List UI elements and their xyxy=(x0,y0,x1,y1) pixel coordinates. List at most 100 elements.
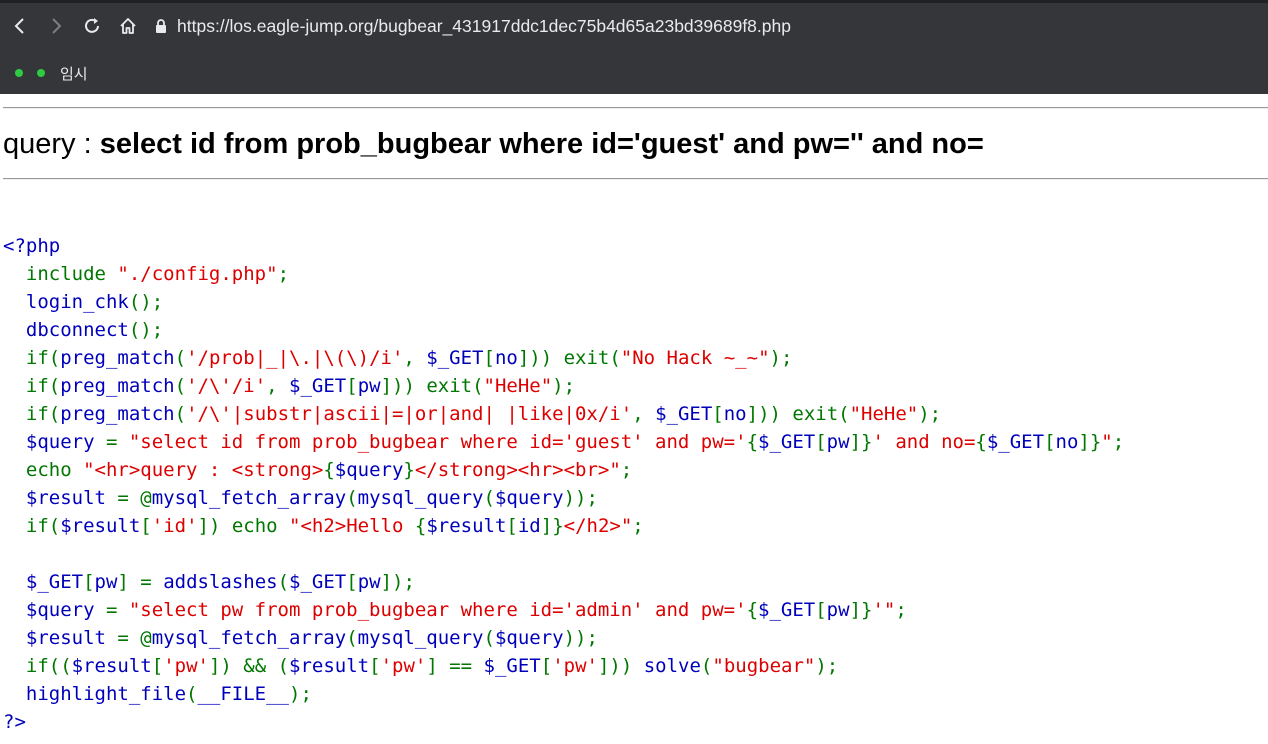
code-line: login_chk(); xyxy=(3,288,1124,316)
code-token: [ xyxy=(815,599,827,621)
reload-icon[interactable] xyxy=(75,9,109,43)
code-token: ])) exit( xyxy=(380,375,484,397)
code-token: (); xyxy=(128,319,164,341)
code-token: mysql_query xyxy=(357,487,484,509)
code-token: = @ xyxy=(117,487,152,509)
code-token: , xyxy=(266,375,290,397)
code-token: if( xyxy=(25,403,61,425)
code-line: $query = "select id from prob_bugbear wh… xyxy=(3,428,1124,456)
code-token: '/\'/i' xyxy=(186,375,267,397)
code-token: ]) && ( xyxy=(208,655,290,677)
code-token: ( xyxy=(483,627,495,649)
code-line: $query = "select pw from prob_bugbear wh… xyxy=(3,596,1124,624)
home-icon[interactable] xyxy=(111,9,145,43)
code-token: 'pw' xyxy=(552,655,598,677)
code-token: $_GET xyxy=(986,431,1045,453)
code-token: ); xyxy=(918,403,942,425)
code-token: $_GET xyxy=(426,347,484,369)
code-token: __FILE__ xyxy=(197,683,289,705)
back-icon[interactable] xyxy=(3,9,37,43)
code-token: "select id from prob_bugbear where id='g… xyxy=(128,431,747,453)
code-token: if(( xyxy=(25,655,72,677)
code-token: login_chk xyxy=(3,291,129,313)
code-token: } xyxy=(403,459,415,481)
code-token: mysql_query xyxy=(357,627,484,649)
code-token: ]} xyxy=(1078,431,1102,453)
address-bar[interactable]: https://los.eagle-jump.org/bugbear_43191… xyxy=(153,9,1268,43)
code-token: ]) echo xyxy=(197,515,290,537)
code-token: , xyxy=(632,403,656,425)
code-token: ])) xyxy=(597,655,644,677)
code-line: if($result['id']) echo "<h2>Hello {$resu… xyxy=(3,512,1124,540)
code-token: pw xyxy=(357,375,381,397)
bookmark-dot-icon xyxy=(37,69,45,77)
lock-icon xyxy=(156,19,166,33)
code-token: </strong><hr><br>" xyxy=(414,459,621,481)
bookmarks-bar: 임시 xyxy=(0,52,1268,94)
code-token: [ xyxy=(369,655,381,677)
code-token: "./config.php" xyxy=(117,263,278,285)
code-token: echo xyxy=(25,459,84,481)
query-text: select id from prob_bugbear where id='gu… xyxy=(99,128,984,160)
code-line: if(preg_match('/\'|substr|ascii|=|or|and… xyxy=(3,400,1124,428)
code-token: ] == xyxy=(426,655,484,677)
code-line: <?php xyxy=(3,232,1124,260)
code-token: )); xyxy=(563,487,598,509)
code-token: no xyxy=(494,347,518,369)
code-token: [ xyxy=(1044,431,1056,453)
code-token: solve xyxy=(643,655,701,677)
code-token: $query xyxy=(494,627,564,649)
code-token: "No Hack ~_~" xyxy=(620,347,770,369)
horizontal-rule xyxy=(3,178,1268,180)
forward-icon[interactable] xyxy=(39,9,73,43)
code-token: ( xyxy=(346,487,358,509)
source-code-block: <?php include "./config.php"; login_chk(… xyxy=(3,232,1124,736)
code-token: [ xyxy=(506,515,518,537)
code-token: pw xyxy=(826,431,850,453)
code-token: preg_match xyxy=(60,375,175,397)
code-token: '/prob|_|\.|\(\)/i' xyxy=(186,347,404,369)
code-token: $_GET xyxy=(758,431,816,453)
code-token: $result xyxy=(426,515,507,537)
code-token: </h2>" xyxy=(563,515,633,537)
code-token: = xyxy=(105,431,129,453)
code-token: addslashes xyxy=(163,571,278,593)
code-token: no xyxy=(1055,431,1079,453)
code-token: { xyxy=(746,431,759,453)
code-token: [ xyxy=(540,655,553,677)
bookmark-folder[interactable]: 임시 xyxy=(37,63,88,84)
tab-strip xyxy=(0,0,1268,3)
page-content: query : select id from prob_bugbear wher… xyxy=(0,94,1268,744)
code-token: 'pw' xyxy=(380,655,427,677)
code-token: "<h2>Hello xyxy=(289,515,415,537)
code-token: $result xyxy=(3,487,118,509)
code-line: echo "<hr>query : <strong>{$query}</stro… xyxy=(3,456,1124,484)
code-token: " xyxy=(1101,431,1113,453)
code-token: ( xyxy=(700,655,713,677)
code-token: pw xyxy=(826,599,850,621)
code-line: highlight_file(__FILE__); xyxy=(3,680,1124,708)
code-token: ' and no= xyxy=(872,431,976,453)
code-token: $_GET xyxy=(655,403,713,425)
bookmark-dot-icon[interactable] xyxy=(15,69,23,77)
code-token: ( xyxy=(174,403,187,425)
url-text[interactable]: https://los.eagle-jump.org/bugbear_43191… xyxy=(177,16,791,37)
code-token: if( xyxy=(25,515,61,537)
code-token: include xyxy=(25,263,118,285)
code-token: [ xyxy=(483,347,495,369)
code-token: ( xyxy=(174,347,187,369)
code-token: preg_match xyxy=(60,347,175,369)
code-token: $query xyxy=(3,599,106,621)
code-token: ); xyxy=(815,655,839,677)
code-line: dbconnect(); xyxy=(3,316,1124,344)
code-token: if( xyxy=(25,375,61,397)
code-token: mysql_fetch_array xyxy=(151,627,347,649)
code-token: $_GET xyxy=(3,571,84,593)
code-token: ])) exit( xyxy=(746,403,850,425)
code-token: { xyxy=(975,431,987,453)
code-token: ; xyxy=(1112,431,1125,453)
